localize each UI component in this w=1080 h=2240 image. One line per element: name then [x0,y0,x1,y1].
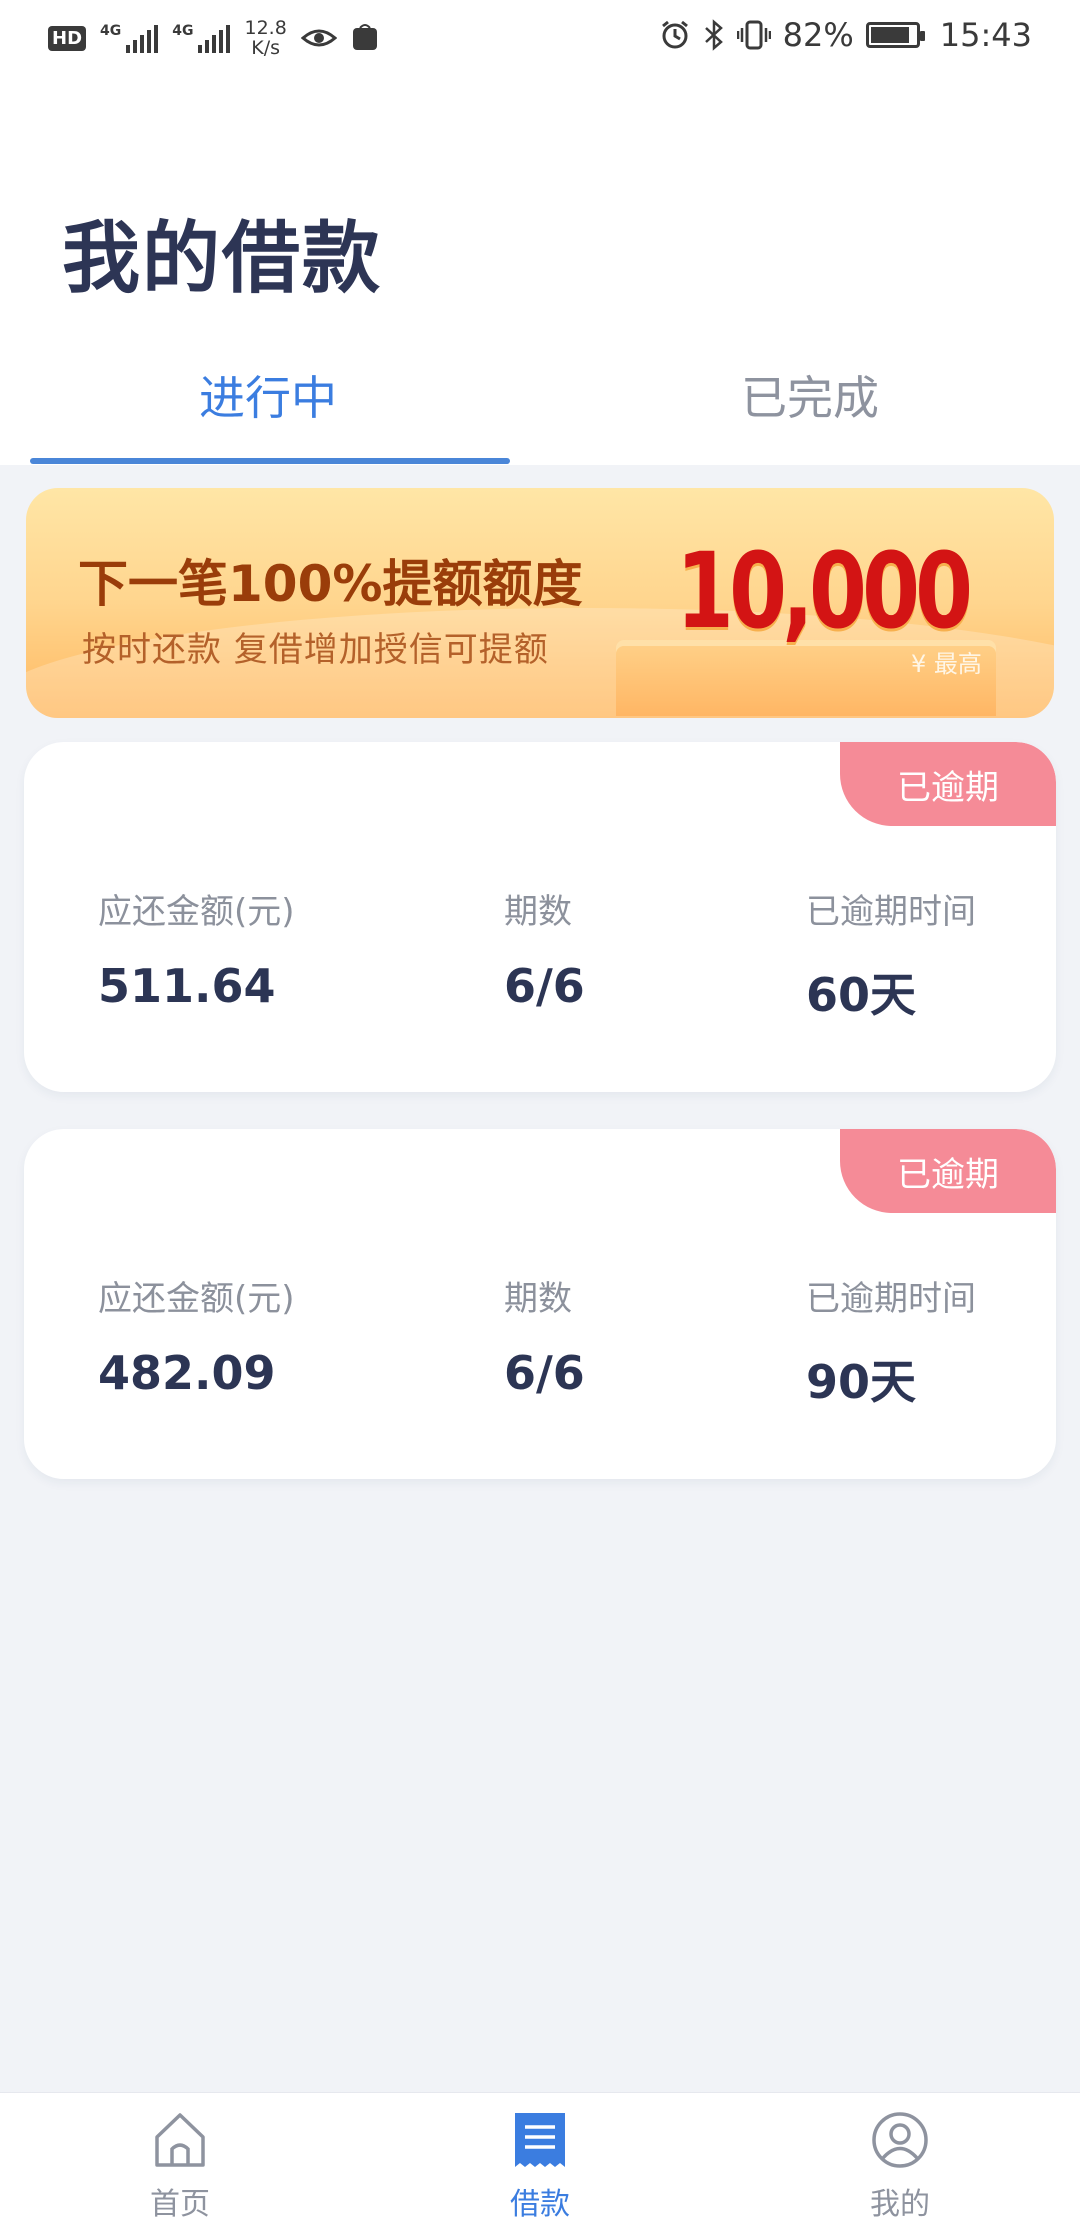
nav-label-mine: 我的 [870,2187,930,2222]
status-bar-left: HD 4G 4G 12.8 K/s [48,18,379,58]
battery-icon [865,22,925,48]
nav-item-home[interactable]: 首页 [100,2109,260,2223]
amount-due-label: 应还金额(元) [98,1279,295,1319]
sim1-network-label: 4G [100,23,122,39]
amount-due-label: 应还金额(元) [98,892,295,932]
loan-document-icon [515,2113,565,2167]
overdue-status-badge: 已逾期 [840,1129,1056,1213]
period-label: 期数 [504,892,572,932]
nav-item-mine[interactable]: 我的 [820,2109,980,2223]
credit-increase-banner[interactable]: 下一笔100%提额额度 按时还款 复借增加授信可提额 10,000 ¥ 最高 [26,488,1054,718]
nav-label-loan: 借款 [510,2187,570,2222]
period-column: 期数 6/6 [504,884,585,1013]
battery-percent: 82% [782,16,854,54]
period-value: 6/6 [504,959,585,1013]
banner-title: 下一笔100%提额额度 [78,555,583,613]
banner-subtitle: 按时还款 复借增加授信可提额 [82,630,549,670]
vibrate-icon [736,20,771,50]
status-bar: HD 4G 4G 12.8 K/s 82% 15:43 [0,0,1080,80]
overdue-time-label: 已逾期时间 [806,892,976,932]
overdue-time-value: 60天 [806,968,917,1022]
period-value: 6/6 [504,1346,585,1400]
amount-due-value: 482.09 [98,1346,276,1400]
bluetooth-icon [704,19,723,51]
user-profile-icon [872,2112,928,2168]
banner-amount: 10,000 [676,530,973,652]
status-bar-right: 82% 15:43 [659,18,1032,52]
overdue-time-column: 已逾期时间 60天 [806,884,976,1025]
amount-due-column: 应还金额(元) 482.09 [98,1271,295,1400]
overdue-status-badge: 已逾期 [840,742,1056,826]
network-speed: 12.8 K/s [244,18,286,58]
loan-card[interactable]: 已逾期 应还金额(元) 482.09 期数 6/6 已逾期时间 90天 [24,1129,1056,1479]
clock: 15:43 [939,16,1032,54]
nav-label-home: 首页 [150,2187,210,2222]
home-icon [155,2113,205,2167]
active-tab-indicator [30,458,510,464]
page-title: 我的借款 [62,214,383,304]
eye-comfort-icon [300,29,337,47]
amount-due-value: 511.64 [98,959,276,1013]
network-speed-value: 12.8 [244,17,287,39]
app-notification-icon [352,24,377,50]
period-label: 期数 [504,1279,572,1319]
signal-1-icon: 4G [100,23,159,53]
signal-2-icon: 4G [172,23,231,53]
nav-item-loan[interactable]: 借款 [460,2109,620,2223]
alarm-icon [661,20,688,49]
sim2-network-label: 4G [172,23,194,39]
bottom-navigation: 首页 借款 我的 [0,2092,1080,2240]
overdue-time-value: 90天 [806,1355,917,1409]
network-speed-unit: K/s [251,37,281,59]
tab-in-progress[interactable]: 进行中 [118,362,418,428]
loan-card[interactable]: 已逾期 应还金额(元) 511.64 期数 6/6 已逾期时间 60天 [24,742,1056,1092]
amount-due-column: 应还金额(元) 511.64 [98,884,295,1013]
overdue-time-label: 已逾期时间 [806,1279,976,1319]
period-column: 期数 6/6 [504,1271,585,1400]
overdue-time-column: 已逾期时间 90天 [806,1271,976,1412]
banner-max-badge: ¥ 最高 [911,650,982,678]
tab-completed[interactable]: 已完成 [660,362,960,428]
hd-icon: HD [48,25,87,51]
